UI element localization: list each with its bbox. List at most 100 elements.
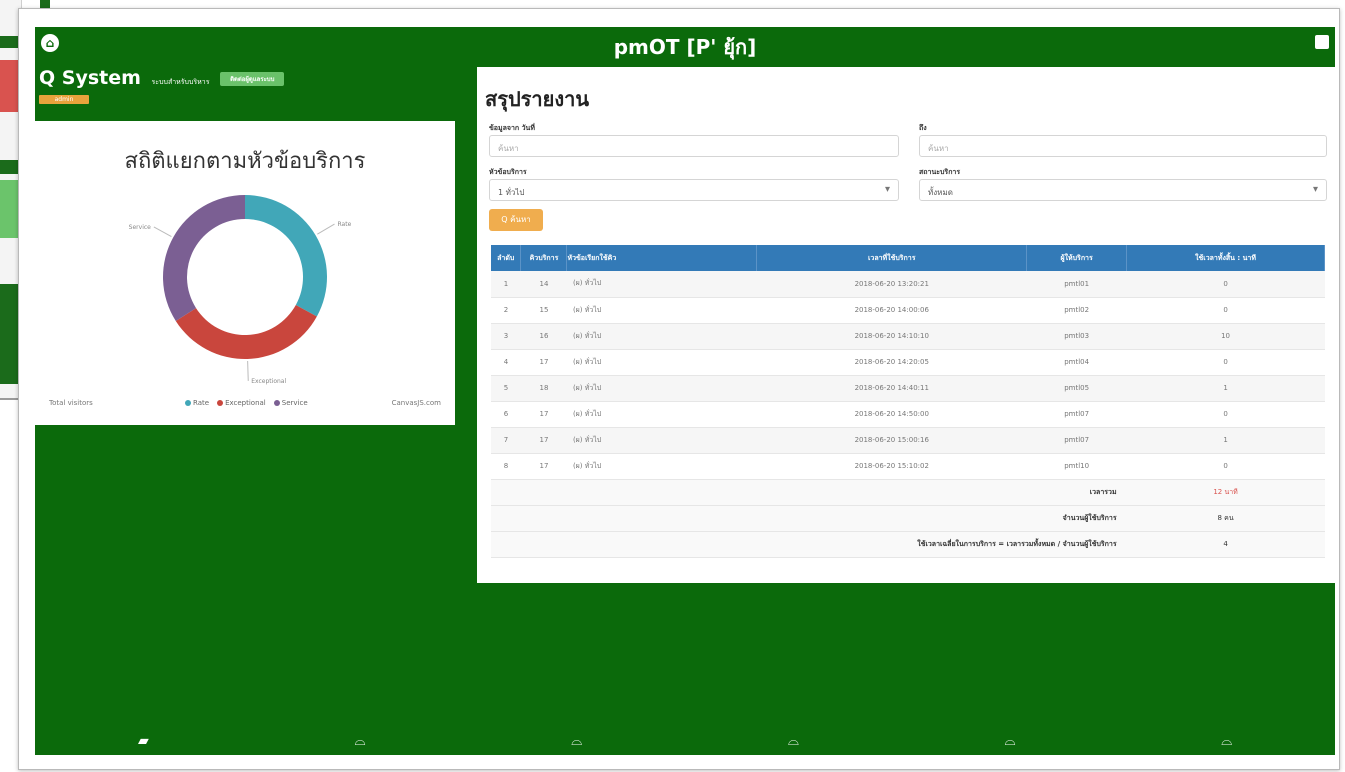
legend-swatch: [185, 400, 191, 406]
table-cell: 0: [1126, 349, 1325, 376]
table-cell: (ผ) ทั่วไป: [566, 375, 757, 402]
leader-line: [317, 223, 335, 235]
table-cell: pmtl02: [1026, 297, 1127, 324]
status-select-value: ทั้งหมด: [928, 188, 953, 197]
table-cell: 2018-06-20 14:10:10: [756, 323, 1027, 350]
summary-value: 12 นาที: [1126, 479, 1325, 506]
slice-label: Rate: [338, 221, 352, 228]
table-cell: 8: [491, 453, 521, 480]
table-cell: pmtl03: [1026, 323, 1127, 350]
legend-swatch: [217, 400, 224, 406]
table-cell: 6: [491, 401, 521, 428]
summary-row: จำนวนผู้ใช้บริการ 8 คน: [491, 505, 1325, 532]
summary-value: 8 คน: [1126, 505, 1325, 532]
slice-label: Service: [129, 224, 151, 231]
end-date-input[interactable]: ค้นหา: [919, 135, 1327, 157]
legend-label: Rate: [193, 399, 210, 407]
app-window: ⌂ pmOT [P' ยุ้ก] Q System ระบบสำหรับบริห…: [18, 8, 1340, 770]
table-cell: 2018-06-20 14:40:11: [756, 375, 1027, 402]
table-header-cell: ผู้ให้บริการ: [1026, 245, 1128, 271]
summary-value: 4: [1126, 531, 1325, 558]
table-cell: 1: [491, 271, 521, 298]
table-cell: (ผ) ทั่วไป: [566, 323, 757, 350]
bottom-nav: ▰ ⌓ ⌓ ⌓ ⌓ ⌓: [35, 727, 1335, 755]
legend-label: Exceptional: [225, 399, 266, 407]
table-cell: 7: [491, 427, 521, 454]
table-cell: pmtl05: [1026, 375, 1127, 402]
end-date-label: ถึง: [919, 124, 927, 132]
table-cell: 17: [520, 349, 567, 376]
table-cell: 17: [520, 453, 567, 480]
nav-folder-icon[interactable]: ⌓: [902, 727, 1119, 755]
table-cell: 18: [520, 375, 567, 402]
table-cell: 0: [1126, 271, 1325, 298]
donut-slice-service: [163, 195, 245, 321]
nav-folder-icon[interactable]: ⌓: [468, 727, 685, 755]
table-cell: 2: [491, 297, 521, 324]
table-cell: (ผ) ทั่วไป: [566, 401, 757, 428]
topic-select-value: 1 ทั่วไป: [498, 188, 525, 197]
table-cell: (ผ) ทั่วไป: [566, 271, 757, 298]
table-cell: 17: [520, 401, 567, 428]
legend-swatch: [273, 400, 280, 406]
table-cell: 2018-06-20 14:20:05: [756, 349, 1027, 376]
menu-icon[interactable]: [1315, 35, 1329, 49]
topic-select[interactable]: 1 ทั่วไป: [489, 179, 899, 201]
table-cell: 2018-06-20 14:00:06: [756, 297, 1027, 324]
table-cell: 0: [1126, 401, 1325, 428]
table-header-cell: ใช้เวลาทั้งสิ้น : นาที: [1126, 245, 1325, 271]
table-row: 2 15 (ผ) ทั่วไป 2018-06-20 14:00:06 pmtl02 0: [491, 297, 1325, 324]
search-button[interactable]: Q ค้นหา: [489, 209, 543, 231]
donut-slice-rate: [245, 195, 327, 317]
summary-label: เวลารวม: [491, 479, 1127, 506]
table-row: 4 17 (ผ) ทั่วไป 2018-06-20 14:20:05 pmtl04 0: [491, 349, 1325, 376]
legend-label: Service: [281, 399, 308, 407]
brand-pill[interactable]: ติดต่อผู้ดูแลระบบ: [220, 71, 285, 86]
table-cell: 2018-06-20 14:50:00: [756, 401, 1027, 428]
start-date-label: ข้อมูลจาก วันที่: [489, 124, 535, 132]
nav-folder-icon[interactable]: ⌓: [252, 727, 469, 755]
table-cell: (ผ) ทั่วไป: [566, 349, 757, 376]
nav-folder-icon[interactable]: ⌓: [685, 727, 902, 755]
table-row: 3 16 (ผ) ทั่วไป 2018-06-20 14:10:10 pmtl03 10: [491, 323, 1325, 350]
top-bar: ⌂ pmOT [P' ยุ้ก]: [35, 27, 1335, 61]
table-header-row: ลำดับ คิวบริการ หัวข้อเรียกใช้คิว เวลาที่ใช…: [491, 245, 1325, 271]
table-cell: 3: [491, 323, 521, 350]
report-title: สรุปรายงาน: [485, 87, 590, 111]
table-cell: pmtl07: [1026, 401, 1127, 428]
table-cell: 15: [520, 297, 567, 324]
chart-legend: Rate Exceptional Service: [185, 399, 308, 407]
summary-label: ใช้เวลาเฉลี่ยในการบริการ = เวลารวมทั้งหม…: [491, 531, 1127, 558]
chart-footer-left: Total visitors: [49, 399, 93, 407]
table-header-cell: คิวบริการ: [520, 245, 568, 271]
table-cell: 5: [491, 375, 521, 402]
table-cell: (ผ) ทั่วไป: [566, 297, 757, 324]
table-cell: 16: [520, 323, 567, 350]
summary-row: เวลารวม 12 นาที: [491, 479, 1325, 506]
table-cell: 0: [1126, 297, 1325, 324]
start-date-input[interactable]: ค้นหา: [489, 135, 899, 157]
table-cell: 1: [1126, 427, 1325, 454]
nav-folder-icon[interactable]: ⌓: [1118, 727, 1335, 755]
topic-label: หัวข้อบริการ: [489, 168, 527, 176]
table-cell: 2018-06-20 15:10:02: [756, 453, 1027, 480]
status-select[interactable]: ทั้งหมด: [919, 179, 1327, 201]
table-row: 8 17 (ผ) ทั่วไป 2018-06-20 15:10:02 pmtl10 0: [491, 453, 1325, 480]
slice-label: Exceptional: [251, 378, 286, 385]
table-cell: 10: [1126, 323, 1325, 350]
table-cell: 2018-06-20 13:20:21: [756, 271, 1027, 298]
table-cell: 2018-06-20 15:00:16: [756, 427, 1027, 454]
table-cell: (ผ) ทั่วไป: [566, 453, 757, 480]
table-cell: 0: [1126, 453, 1325, 480]
report-card: สรุปรายงาน ข้อมูลจาก วันที่ ค้นหา ถึง ค้…: [477, 67, 1335, 583]
chart-panel: สถิติแยกตามหัวข้อบริการ Rate Exceptional S…: [35, 121, 455, 425]
brand-name: Q System: [39, 67, 141, 89]
user-badge: admin: [39, 95, 89, 104]
table-row: 5 18 (ผ) ทั่วไป 2018-06-20 14:40:11 pmtl05 1: [491, 375, 1325, 402]
app-body: ⌂ pmOT [P' ยุ้ก] Q System ระบบสำหรับบริห…: [35, 27, 1335, 755]
leader-line: [247, 360, 249, 381]
nav-folder-open-icon[interactable]: ▰: [35, 727, 252, 755]
summary-row: ใช้เวลาเฉลี่ยในการบริการ = เวลารวมทั้งหม…: [491, 531, 1325, 558]
brand: Q System ระบบสำหรับบริหาร ติดต่อผู้ดูแลร…: [39, 67, 285, 89]
table-cell: (ผ) ทั่วไป: [566, 427, 757, 454]
